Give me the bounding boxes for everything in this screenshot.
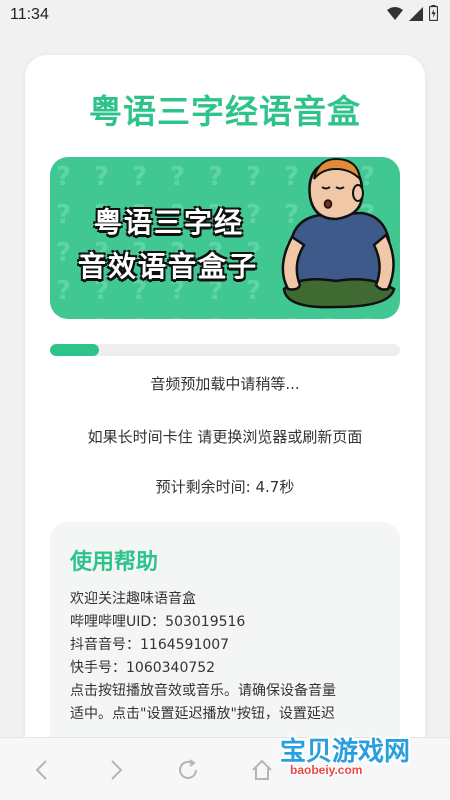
banner-image: ? 粤语三字经 音效语音盒子 <box>50 157 400 319</box>
back-icon <box>35 760 47 780</box>
forward-icon <box>111 760 123 780</box>
signal-icon <box>409 6 423 25</box>
hint-text: 如果长时间卡住 请更换浏览器或刷新页面 <box>87 428 363 446</box>
page-title: 粤语三字经语音盒 <box>89 92 361 131</box>
help-line: 适中。点击"设置延迟播放"按钮，设置延迟 <box>70 706 335 722</box>
help-title: 使用帮助 <box>70 550 159 575</box>
watermark: 宝贝游戏网 baobeiy.com <box>270 735 450 785</box>
main-card: 粤语三字经语音盒 ? 粤语三字经 音效语音盒子 <box>25 55 425 800</box>
watermark-url: baobeiy.com <box>290 763 363 777</box>
banner-line-1: 粤语三字经 <box>94 206 245 239</box>
battery-icon <box>428 5 439 25</box>
status-icons <box>387 5 439 25</box>
forward-button[interactable] <box>102 756 130 784</box>
status-bar: 11:34 <box>0 0 450 30</box>
help-line: 哔哩哔哩UID：503019516 <box>70 614 246 630</box>
banner-line-2: 音效语音盒子 <box>78 250 259 283</box>
help-line: 欢迎关注趣味语音盒 <box>70 591 196 607</box>
help-line: 快手号：1060340752 <box>70 660 216 676</box>
clock: 11:34 <box>10 6 49 23</box>
progress-bar <box>50 344 400 356</box>
progress-fill <box>50 344 99 356</box>
help-line: 点击按钮播放音效或音乐。请确保设备音量 <box>70 683 336 699</box>
back-button[interactable] <box>28 756 56 784</box>
remaining-time-text: 预计剩余时间: 4.7秒 <box>155 478 295 496</box>
loading-text: 音频预加载中请稍等... <box>150 375 300 393</box>
help-line: 抖音音号：1164591007 <box>70 637 230 653</box>
refresh-button[interactable] <box>174 756 202 784</box>
cartoon-character-image <box>281 157 396 309</box>
wifi-icon <box>387 6 403 25</box>
refresh-icon <box>179 759 197 779</box>
